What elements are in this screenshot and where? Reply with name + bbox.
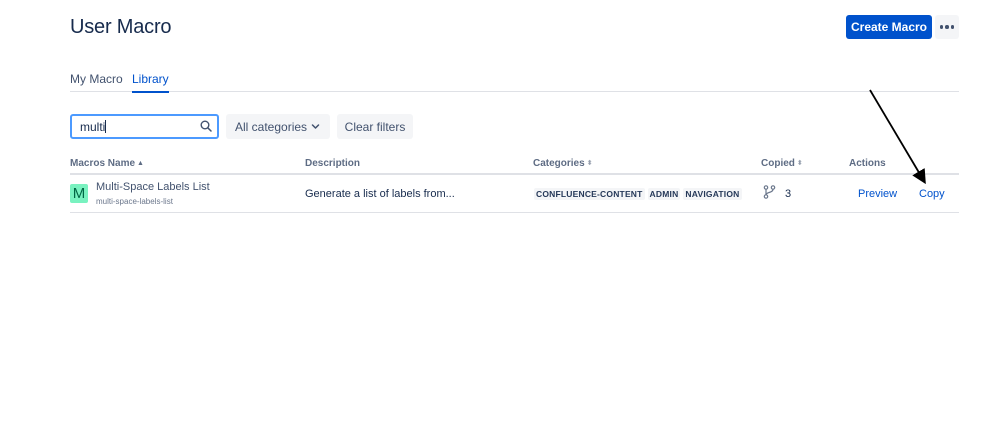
clear-filters-button[interactable]: Clear filters (337, 114, 413, 139)
copy-link[interactable]: Copy (919, 188, 945, 200)
more-options-button[interactable] (935, 15, 959, 39)
column-header-description: Description (305, 158, 361, 169)
branch-icon (763, 185, 776, 199)
tab-bar: My Macro Library (70, 70, 959, 93)
tab-my-macro[interactable]: My Macro (70, 72, 123, 91)
chevron-down-icon (311, 124, 320, 129)
more-dots-icon (939, 25, 955, 29)
macro-key: multi-space-labels-list (96, 197, 173, 206)
category-lozenge: ADMIN (647, 188, 681, 200)
macro-description: Generate a list of labels from... (305, 188, 455, 200)
category-lozenges: CONFLUENCE-CONTENT ADMIN NAVIGATION (534, 188, 742, 200)
page-title: User Macro (70, 16, 172, 38)
category-lozenge: CONFLUENCE-CONTENT (534, 188, 645, 200)
create-macro-button[interactable]: Create Macro (846, 15, 932, 39)
table-header: Macros Name ▲ Description Categories ⬍ Cop… (70, 155, 959, 175)
search-input[interactable]: multi (70, 114, 219, 139)
sort-icon: ⬍ (586, 160, 593, 167)
preview-link[interactable]: Preview (858, 188, 897, 200)
macro-name[interactable]: Multi-Space Labels List (96, 181, 210, 193)
macro-icon: M (70, 184, 88, 203)
search-input-value: multi (80, 120, 107, 134)
sort-icon: ⬍ (796, 160, 803, 167)
column-header-copied[interactable]: Copied ⬍ (761, 158, 803, 169)
search-icon[interactable] (200, 120, 212, 132)
sort-asc-icon: ▲ (137, 160, 144, 167)
copied-count: 3 (785, 188, 792, 200)
column-header-name[interactable]: Macros Name ▲ (70, 158, 144, 169)
table-row: M Multi-Space Labels List multi-space-la… (70, 176, 959, 213)
column-header-categories[interactable]: Categories ⬍ (533, 158, 593, 169)
category-dropdown-label: All categories (235, 119, 308, 134)
annotation-arrow (869, 89, 926, 185)
column-header-actions: Actions (849, 158, 886, 169)
category-lozenge: NAVIGATION (683, 188, 742, 200)
tab-library[interactable]: Library (132, 72, 169, 93)
category-dropdown[interactable]: All categories (226, 114, 330, 139)
